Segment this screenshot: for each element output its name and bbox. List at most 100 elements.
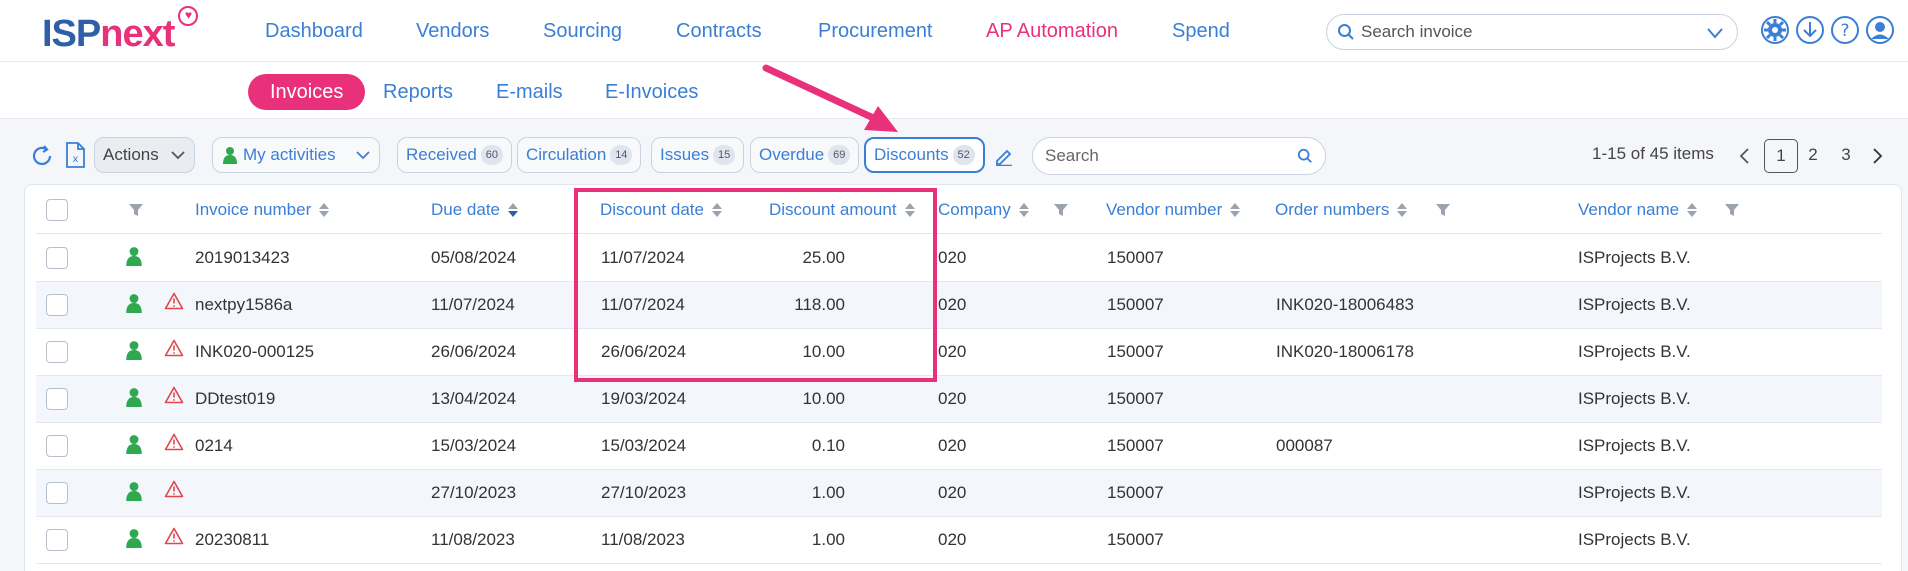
chevron-right-icon[interactable] (1872, 147, 1884, 165)
edit-icon[interactable] (994, 146, 1014, 166)
filter-circulation[interactable]: Circulation 14 (517, 137, 642, 173)
sort-icon (1018, 202, 1029, 218)
col-vendor-number[interactable]: Vendor number (1106, 200, 1241, 220)
col-order-numbers[interactable]: Order numbers (1275, 200, 1408, 220)
filter-icon[interactable] (1435, 202, 1451, 218)
my-activities-dropdown[interactable]: My activities (212, 137, 380, 173)
refresh-icon[interactable] (30, 144, 54, 168)
table-row[interactable]: nextpy1586a 11/07/2024 11/07/2024 118.00 020… (36, 282, 1882, 329)
vendor-number-cell: 150007 (1107, 248, 1164, 267)
invoice-number-cell[interactable]: INK020-000125 (195, 342, 314, 362)
invoice-number-cell[interactable]: 20230811 (195, 530, 269, 550)
invoice-number-cell[interactable]: 0214 (195, 436, 233, 456)
nav-spend[interactable]: Spend (1172, 20, 1230, 43)
filter-icon[interactable] (1053, 202, 1069, 218)
help-icon[interactable]: ? (1830, 15, 1860, 45)
company-cell: 020 (938, 530, 967, 549)
company-cell: 020 (938, 389, 967, 408)
due-date-cell: 26/06/2024 (431, 342, 517, 361)
invoice-number-cell[interactable]: nextpy1586a (195, 295, 292, 315)
row-checkbox[interactable] (46, 247, 68, 269)
sort-icon (319, 202, 330, 218)
table-row[interactable]: 20230811 11/08/2023 11/08/2023 1.00 020 15000… (36, 517, 1882, 564)
count-badge: 60 (480, 144, 503, 165)
invoice-number-cell[interactable]: 2019013423 (195, 248, 290, 268)
chevron-down-icon (171, 151, 185, 160)
person-icon (223, 147, 237, 164)
download-icon[interactable] (1795, 15, 1825, 45)
warning-icon (164, 292, 184, 310)
table-row[interactable]: DDtest019 13/04/2024 19/03/2024 10.00 020 150… (36, 376, 1882, 423)
settings-icon[interactable] (1760, 15, 1790, 45)
nav-ap-automation[interactable]: AP Automation (986, 20, 1118, 43)
actions-dropdown[interactable]: Actions (94, 137, 195, 173)
column-label: Due date (431, 200, 500, 219)
nav-vendors[interactable]: Vendors (416, 20, 489, 43)
filter-icon[interactable] (128, 202, 144, 218)
vendor-name-cell: ISProjects B.V. (1578, 295, 1691, 314)
due-date-cell: 05/08/2024 (431, 248, 517, 267)
due-date-cell: 11/08/2023 (431, 530, 515, 549)
search-icon[interactable] (1297, 148, 1313, 164)
person-icon (126, 341, 142, 360)
vendor-name-cell: ISProjects B.V. (1578, 389, 1691, 408)
chevron-down-icon[interactable] (1705, 23, 1725, 43)
user-icon[interactable] (1865, 15, 1895, 45)
vendor-name-cell: ISProjects B.V. (1578, 342, 1691, 361)
discount-date-cell: 15/03/2024 (601, 436, 687, 455)
chevron-down-icon (356, 151, 370, 160)
row-checkbox[interactable] (46, 435, 68, 457)
filter-issues[interactable]: Issues 15 (651, 137, 745, 173)
nav-procurement[interactable]: Procurement (818, 20, 933, 43)
row-checkbox[interactable] (46, 341, 68, 363)
page-2[interactable]: 2 (1796, 139, 1830, 173)
vendor-name-cell: ISProjects B.V. (1578, 248, 1691, 267)
nav-dashboard[interactable]: Dashboard (265, 20, 363, 43)
tab-e-invoices[interactable]: E-Invoices (605, 74, 698, 110)
tab-emails[interactable]: E-mails (496, 74, 563, 110)
warning-icon (164, 527, 184, 545)
select-all-checkbox[interactable] (46, 199, 68, 221)
filter-icon[interactable] (1724, 202, 1740, 218)
invoice-number-cell[interactable]: DDtest019 (195, 389, 275, 409)
person-icon (126, 529, 142, 548)
table-search-input[interactable] (1045, 146, 1285, 166)
ispnext-logo[interactable]: ISPnext ♥ (42, 6, 198, 56)
person-icon (126, 247, 142, 266)
warning-icon (164, 339, 184, 357)
nav-sourcing[interactable]: Sourcing (543, 20, 622, 43)
filter-overdue[interactable]: Overdue 69 (750, 137, 860, 173)
table-row[interactable]: 0214 15/03/2024 15/03/2024 0.10 020 150007 000… (36, 423, 1882, 470)
search-invoice-field[interactable] (1326, 14, 1738, 50)
col-company[interactable]: Company (938, 200, 1029, 220)
table-row[interactable]: 2019013423 05/08/2024 11/07/2024 25.00 020 15… (36, 235, 1882, 282)
tab-invoices[interactable]: Invoices (248, 74, 366, 110)
col-vendor-name[interactable]: Vendor name (1578, 200, 1698, 220)
due-date-cell: 13/04/2024 (431, 389, 517, 408)
row-checkbox[interactable] (46, 529, 68, 551)
table-search-field[interactable] (1032, 137, 1326, 175)
tab-reports[interactable]: Reports (383, 74, 453, 110)
my-activities-label: My activities (243, 145, 336, 164)
person-icon (126, 388, 142, 407)
filter-discounts[interactable]: Discounts 52 (864, 137, 985, 173)
page-1[interactable]: 1 (1764, 139, 1798, 173)
excel-export-icon[interactable]: x (64, 142, 86, 168)
nav-contracts[interactable]: Contracts (676, 20, 762, 43)
col-invoice-number[interactable]: Invoice number (195, 200, 330, 220)
page-3[interactable]: 3 (1829, 139, 1863, 173)
row-checkbox[interactable] (46, 388, 68, 410)
table-row[interactable]: INK020-000125 26/06/2024 26/06/2024 10.00 02… (36, 329, 1882, 376)
vendor-number-cell: 150007 (1107, 295, 1164, 314)
col-due-date[interactable]: Due date (431, 200, 518, 220)
search-invoice-input[interactable] (1361, 21, 1691, 43)
row-checkbox[interactable] (46, 294, 68, 316)
table-row[interactable]: 27/10/2023 27/10/2023 1.00 020 150007 ISProje… (36, 470, 1882, 517)
annotation-arrow-icon (762, 64, 898, 132)
chevron-left-icon[interactable] (1738, 147, 1750, 165)
vendor-number-cell: 150007 (1107, 436, 1164, 455)
vendor-name-cell: ISProjects B.V. (1578, 483, 1691, 502)
order-numbers-cell: INK020-18006483 (1276, 295, 1415, 314)
row-checkbox[interactable] (46, 482, 68, 504)
filter-received[interactable]: Received 60 (397, 137, 512, 173)
